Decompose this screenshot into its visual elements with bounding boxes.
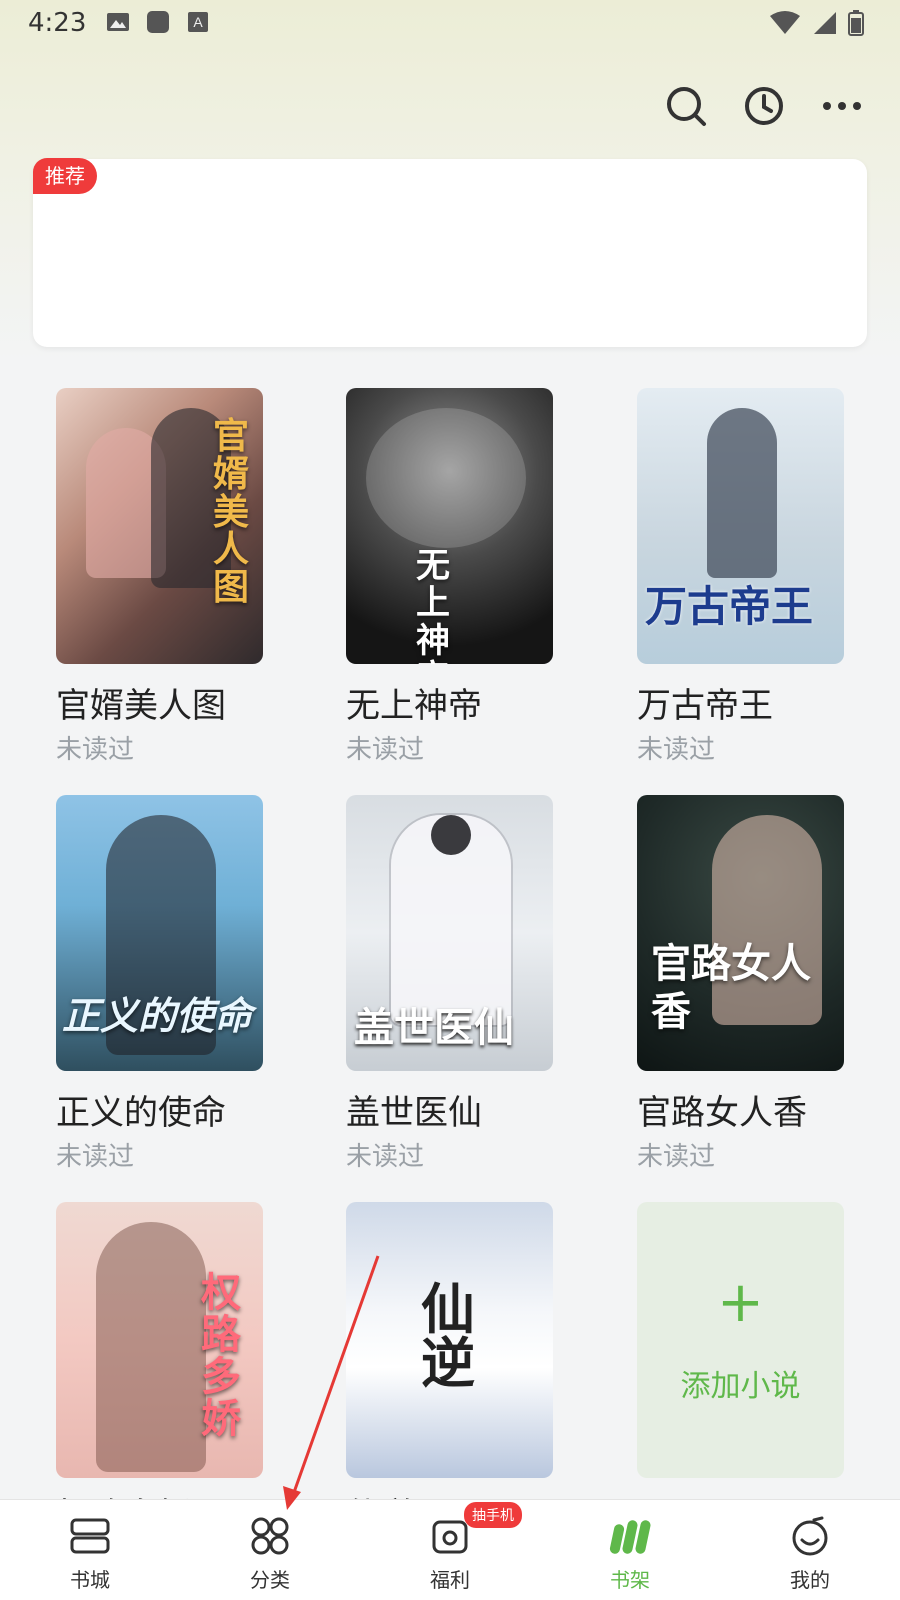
book-read-status: 未读过 [637,735,716,765]
book-read-status: 未读过 [637,1142,716,1172]
cover-title: 官路女人香 [651,940,811,1035]
image-notification-icon [107,13,129,31]
bookstore-icon [70,1518,110,1554]
book-cover[interactable]: 官婿美人图 [56,388,263,664]
notification-icons: A [106,10,210,34]
cover-title: 权路多娇 [201,1269,241,1442]
book-item[interactable]: 无上神帝 无上神帝 未读过 [346,388,553,766]
book-title: 万古帝王 [637,686,773,726]
cover-title: 万古帝王 [645,582,814,631]
book-item[interactable]: 官路女人香 官路女人香 未读过 [637,795,844,1173]
book-item[interactable]: 仙逆 [346,1202,553,1478]
svg-text:A: A [193,14,203,30]
cover-figure [431,815,471,855]
cover-title: 官婿美人图 [213,415,250,609]
nav-label: 福利 [430,1568,470,1592]
wifi-icon [770,11,800,34]
book-title: 官婿美人图 [56,686,226,726]
recommend-badge: 推荐 [33,158,97,194]
cover-title: 仙逆 [421,1277,475,1395]
profile-icon [792,1516,828,1556]
book-cover[interactable]: 仙逆 [346,1202,553,1478]
book-cover[interactable]: 万古帝王 [637,388,844,664]
book-cover[interactable]: 无上神帝 [346,388,553,664]
book-read-status: 未读过 [56,1142,135,1172]
add-novel-button[interactable]: + 添加小说 [637,1202,844,1478]
status-bar: 4:23 A [0,0,900,50]
battery-icon [848,10,864,36]
book-read-status: 未读过 [346,1142,425,1172]
book-title: 正义的使命 [56,1093,226,1133]
recommend-card[interactable] [33,159,867,347]
bottom-navigation: 书城 分类 福利 抽手机 书架 我的 [0,1499,900,1600]
search-icon [667,87,706,126]
font-notification-icon: A [188,12,208,32]
nav-item-welfare[interactable]: 福利 抽手机 [360,1500,540,1600]
plus-icon: + [717,1270,764,1335]
more-button[interactable] [820,84,864,128]
book-read-status: 未读过 [56,735,135,765]
book-item[interactable]: 万古帝王 万古帝王 未读过 [637,388,844,766]
book-item[interactable]: 权路多娇 [56,1202,263,1478]
nav-label: 书城 [70,1568,110,1592]
nav-label: 分类 [250,1568,290,1592]
book-cover[interactable]: 盖世医仙 [346,795,553,1071]
book-cover[interactable]: 正义的使命 [56,795,263,1071]
book-item[interactable]: 官婿美人图 官婿美人图 未读过 [56,388,263,766]
signal-icon [814,12,836,34]
book-item[interactable]: 正义的使命 正义的使命 未读过 [56,795,263,1173]
history-button[interactable] [742,84,786,128]
cover-figure [366,408,526,548]
book-title: 盖世医仙 [346,1093,482,1133]
bookshelf-icon [609,1520,651,1554]
nav-item-profile[interactable]: 我的 [720,1500,900,1600]
book-item[interactable]: 盖世医仙 盖世医仙 未读过 [346,795,553,1173]
book-title: 官路女人香 [637,1093,807,1133]
cover-figure [707,408,777,578]
header-actions [664,84,864,128]
book-title: 无上神帝 [346,686,482,726]
nav-item-bookstore[interactable]: 书城 [0,1500,180,1600]
nav-label: 书架 [610,1568,650,1592]
nav-item-category[interactable]: 分类 [180,1500,360,1600]
nav-item-bookshelf[interactable]: 书架 [540,1500,720,1600]
cover-title: 正义的使命 [62,993,253,1038]
add-novel-label: 添加小说 [680,1369,801,1404]
book-read-status: 未读过 [346,735,425,765]
cover-title: 无上神帝 [416,546,450,664]
search-button[interactable] [664,84,708,128]
system-icons [768,10,864,36]
welfare-badge: 抽手机 [464,1502,522,1528]
cover-figure [96,1222,206,1472]
app-notification-icon [147,11,169,33]
history-icon [745,87,783,125]
book-cover[interactable]: 官路女人香 [637,795,844,1071]
book-cover[interactable]: 权路多娇 [56,1202,263,1478]
status-time: 4:23 [28,8,87,38]
category-icon [251,1517,289,1555]
cover-title: 盖世医仙 [354,1004,514,1051]
nav-label: 我的 [790,1568,830,1592]
more-icon [823,102,861,110]
